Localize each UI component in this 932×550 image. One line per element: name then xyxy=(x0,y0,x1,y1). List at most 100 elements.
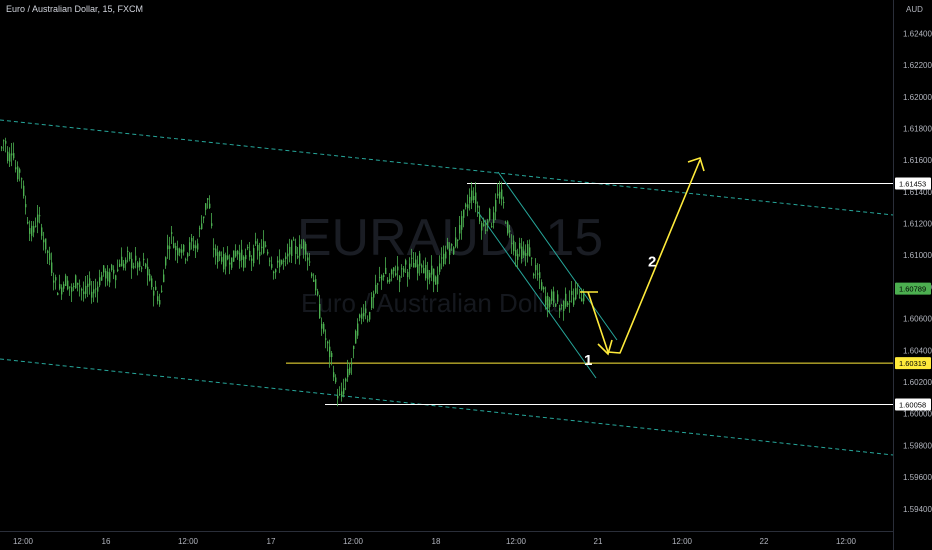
y-tick-label: 1.62200 xyxy=(903,61,932,70)
candle-body xyxy=(201,223,203,230)
price-badge-text: 1.61453 xyxy=(899,179,926,188)
candle-body xyxy=(401,268,403,270)
candle-body xyxy=(279,259,281,268)
candle-body xyxy=(23,185,25,196)
x-tick-label: 12:00 xyxy=(13,537,34,546)
candle-body xyxy=(273,271,275,274)
candle-body xyxy=(59,284,61,289)
candle-body xyxy=(489,208,491,220)
candle-body xyxy=(255,241,257,244)
candle-body xyxy=(337,395,339,399)
candle-body xyxy=(215,248,217,256)
candle-body xyxy=(235,251,237,257)
candle-body xyxy=(243,256,245,268)
candle-body xyxy=(25,204,27,208)
candle-body xyxy=(329,346,331,358)
candle-body xyxy=(511,242,513,244)
candle-body xyxy=(499,191,501,199)
candle-body xyxy=(561,304,563,306)
candle-body xyxy=(505,222,507,224)
candle-body xyxy=(293,239,295,241)
candle-body xyxy=(153,290,155,296)
x-tick-label: 12:00 xyxy=(343,537,364,546)
candle-body xyxy=(481,223,483,231)
candle-body xyxy=(451,244,453,246)
candle-body xyxy=(109,272,111,283)
candle-body xyxy=(9,153,11,162)
candle-body xyxy=(421,265,423,268)
candle-body xyxy=(425,264,427,279)
candle-body xyxy=(217,252,219,263)
candle-body xyxy=(407,271,409,278)
candle-body xyxy=(53,280,55,283)
price-chart[interactable]: EURAUD, 15 Euro / Australian Dollar 1 2 1… xyxy=(0,0,932,550)
candle-body xyxy=(435,276,437,285)
candle-body xyxy=(543,287,545,290)
candle-body xyxy=(345,378,347,382)
candle-body xyxy=(161,290,163,292)
candle-body xyxy=(15,167,17,170)
symbol-title: Euro / Australian Dollar, 15, FXCM xyxy=(6,4,143,14)
candle-body xyxy=(47,250,49,253)
candle-body xyxy=(377,283,379,285)
candle-body xyxy=(249,250,251,257)
candle-body xyxy=(517,253,519,260)
candle-body xyxy=(277,260,279,263)
candle-body xyxy=(291,240,293,256)
candle-body xyxy=(361,313,363,319)
candle-body xyxy=(487,220,489,226)
candle-body xyxy=(413,263,415,268)
candle-body xyxy=(351,363,353,365)
chart-stage[interactable]: EURAUD, 15 Euro / Australian Dollar 1 2 1… xyxy=(0,0,932,550)
annotation-label: 2 xyxy=(648,254,656,271)
candle-body xyxy=(537,273,539,275)
candle-body xyxy=(139,261,141,267)
candle-body xyxy=(503,201,505,203)
candle-body xyxy=(385,267,387,275)
candle-body xyxy=(239,252,241,262)
candle-body xyxy=(227,255,229,260)
candle-body xyxy=(259,251,261,257)
candle-body xyxy=(411,257,413,259)
candle-body xyxy=(223,253,225,270)
candle-body xyxy=(181,249,183,253)
candle-body xyxy=(241,249,243,260)
candle-body xyxy=(141,267,143,269)
candle-body xyxy=(315,279,317,291)
candle-body xyxy=(339,393,341,395)
candle-body xyxy=(171,232,173,234)
candle-body xyxy=(83,291,85,295)
candle-body xyxy=(575,288,577,300)
candle-body xyxy=(151,278,153,288)
candle-body xyxy=(383,275,385,278)
candle-body xyxy=(403,268,405,273)
candle-body xyxy=(115,275,117,281)
candle-body xyxy=(85,285,87,294)
candle-body xyxy=(527,244,529,256)
candle-body xyxy=(393,267,395,272)
candle-body xyxy=(79,285,81,287)
candle-body xyxy=(137,262,139,268)
candle-body xyxy=(123,263,125,268)
candle-body xyxy=(3,140,5,142)
y-tick-label: 1.60000 xyxy=(903,410,932,419)
candle-body xyxy=(119,263,121,267)
candle-body xyxy=(437,274,439,285)
candle-body xyxy=(501,189,503,200)
candle-body xyxy=(417,264,419,274)
candle-body xyxy=(73,285,75,288)
candle-body xyxy=(563,300,565,311)
candle-body xyxy=(157,296,159,302)
candle-body xyxy=(577,283,579,286)
candle-body xyxy=(203,216,205,219)
candle-body xyxy=(335,377,337,383)
candle-body xyxy=(523,251,525,256)
candle-body xyxy=(349,367,351,374)
candle-body xyxy=(27,221,29,224)
candle-body xyxy=(331,353,333,358)
candle-body xyxy=(39,215,41,217)
candle-body xyxy=(495,199,497,212)
candle-body xyxy=(305,243,307,255)
candle-body xyxy=(149,274,151,281)
candle-body xyxy=(225,255,227,267)
